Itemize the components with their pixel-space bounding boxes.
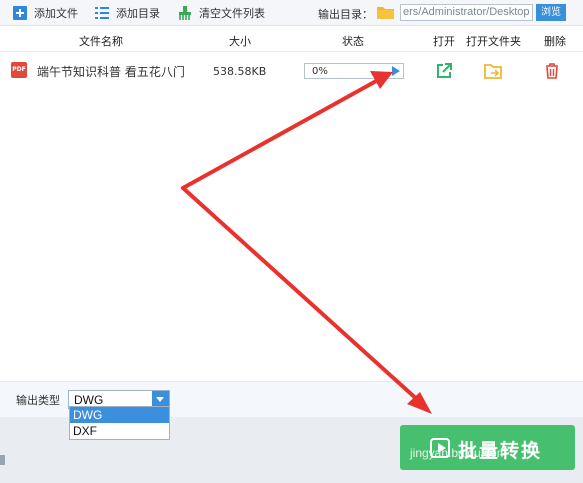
file-name: 端午节知识科普 看五花八门 <box>37 65 185 79</box>
arrow-to-play <box>181 78 380 190</box>
folder-icon <box>377 5 394 19</box>
output-type-label: 输出类型 <box>16 394 60 407</box>
add-folder-button[interactable]: 添加目录 <box>94 4 160 22</box>
header-open: 打开 <box>433 35 455 48</box>
add-file-label: 添加文件 <box>34 7 78 20</box>
add-folder-label: 添加目录 <box>116 7 160 20</box>
output-type-dropdown[interactable]: DWG DXF <box>69 406 170 440</box>
file-size: 538.58KB <box>213 65 267 78</box>
window-edge <box>0 455 5 465</box>
output-type-value: DWG <box>74 393 104 407</box>
delete-icon[interactable] <box>543 62 561 80</box>
output-dir-input[interactable]: ers/Administrator/Desktop <box>400 4 533 21</box>
header-delete: 删除 <box>544 35 566 48</box>
header-size: 大小 <box>229 35 251 48</box>
list-icon <box>94 5 110 21</box>
output-dir-label: 输出目录： <box>318 8 373 21</box>
file-table-header: 文件名称 大小 状态 打开 打开文件夹 删除 <box>0 26 583 52</box>
clear-list-label: 清空文件列表 <box>199 7 265 20</box>
header-status: 状态 <box>342 35 364 48</box>
watermark: jingyan.baidu.com <box>410 446 507 460</box>
toolbar: 添加文件 添加目录 清空文件列表 输出目录： ers/Administrator… <box>0 0 583 26</box>
clear-list-button[interactable]: 清空文件列表 <box>177 4 265 22</box>
open-file-icon[interactable] <box>435 62 453 80</box>
option-dwg[interactable]: DWG <box>70 407 169 423</box>
open-folder-icon[interactable] <box>484 62 502 80</box>
arrow-to-convert <box>181 186 422 404</box>
plus-icon <box>12 5 28 21</box>
progress-text: 0% <box>312 66 328 77</box>
pdf-file-icon: PDF <box>11 62 27 78</box>
add-file-button[interactable]: 添加文件 <box>12 4 78 22</box>
option-dxf[interactable]: DXF <box>70 423 169 439</box>
table-row[interactable]: PDF 端午节知识科普 看五花八门 538.58KB 0% <box>0 52 583 90</box>
play-icon[interactable] <box>392 66 400 76</box>
header-filename: 文件名称 <box>79 35 123 48</box>
header-open-folder: 打开文件夹 <box>466 35 521 48</box>
browse-button[interactable]: 浏览 <box>536 4 566 21</box>
progress-bar: 0% <box>304 63 404 79</box>
broom-icon <box>177 5 193 21</box>
